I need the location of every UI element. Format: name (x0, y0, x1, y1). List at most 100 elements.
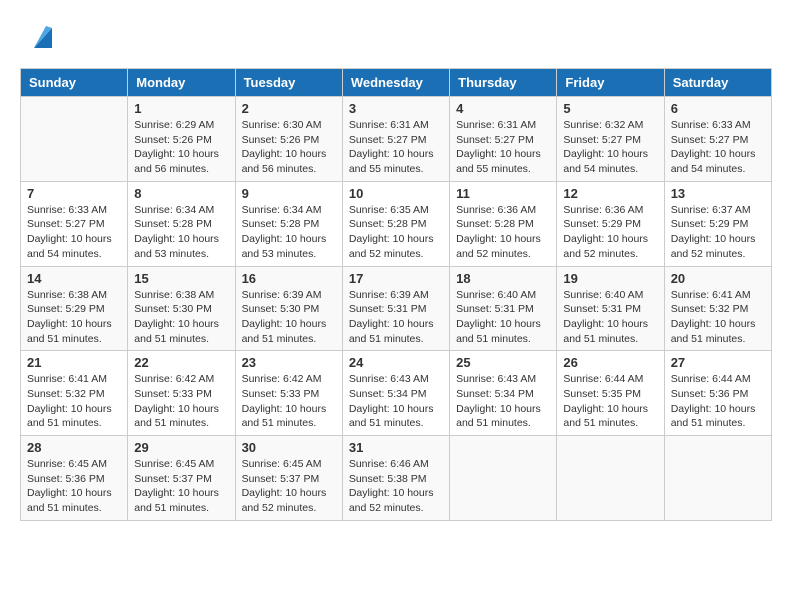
calendar-cell: 18 Sunrise: 6:40 AM Sunset: 5:31 PM Dayli… (450, 266, 557, 351)
day-info: Sunrise: 6:40 AM Sunset: 5:31 PM Dayligh… (456, 288, 550, 347)
day-info: Sunrise: 6:30 AM Sunset: 5:26 PM Dayligh… (242, 118, 336, 177)
calendar-cell: 5 Sunrise: 6:32 AM Sunset: 5:27 PM Daylig… (557, 97, 664, 182)
calendar-cell (664, 436, 771, 521)
day-number: 11 (456, 186, 550, 201)
day-info: Sunrise: 6:45 AM Sunset: 5:37 PM Dayligh… (134, 457, 228, 516)
calendar-cell: 13 Sunrise: 6:37 AM Sunset: 5:29 PM Dayli… (664, 181, 771, 266)
calendar-cell (21, 97, 128, 182)
calendar-week-row: 28 Sunrise: 6:45 AM Sunset: 5:36 PM Dayli… (21, 436, 772, 521)
day-info: Sunrise: 6:38 AM Sunset: 5:30 PM Dayligh… (134, 288, 228, 347)
day-number: 4 (456, 101, 550, 116)
calendar-cell: 29 Sunrise: 6:45 AM Sunset: 5:37 PM Dayli… (128, 436, 235, 521)
day-info: Sunrise: 6:36 AM Sunset: 5:28 PM Dayligh… (456, 203, 550, 262)
calendar-cell: 20 Sunrise: 6:41 AM Sunset: 5:32 PM Dayli… (664, 266, 771, 351)
calendar-week-row: 1Sunrise: 6:29 AM Sunset: 5:26 PM Daylig… (21, 97, 772, 182)
day-info: Sunrise: 6:43 AM Sunset: 5:34 PM Dayligh… (349, 372, 443, 431)
day-info: Sunrise: 6:33 AM Sunset: 5:27 PM Dayligh… (671, 118, 765, 177)
day-info: Sunrise: 6:32 AM Sunset: 5:27 PM Dayligh… (563, 118, 657, 177)
day-number: 29 (134, 440, 228, 455)
day-info: Sunrise: 6:43 AM Sunset: 5:34 PM Dayligh… (456, 372, 550, 431)
day-number: 21 (27, 355, 121, 370)
day-info: Sunrise: 6:31 AM Sunset: 5:27 PM Dayligh… (349, 118, 443, 177)
day-number: 16 (242, 271, 336, 286)
day-number: 1 (134, 101, 228, 116)
day-number: 6 (671, 101, 765, 116)
calendar-week-row: 14Sunrise: 6:38 AM Sunset: 5:29 PM Dayli… (21, 266, 772, 351)
day-info: Sunrise: 6:46 AM Sunset: 5:38 PM Dayligh… (349, 457, 443, 516)
calendar-cell: 3Sunrise: 6:31 AM Sunset: 5:27 PM Daylig… (342, 97, 449, 182)
calendar-cell: 21 Sunrise: 6:41 AM Sunset: 5:32 PM Dayli… (21, 351, 128, 436)
calendar-cell: 31 Sunrise: 6:46 AM Sunset: 5:38 PM Dayli… (342, 436, 449, 521)
day-number: 27 (671, 355, 765, 370)
day-info: Sunrise: 6:40 AM Sunset: 5:31 PM Dayligh… (563, 288, 657, 347)
weekday-header: Sunday (21, 69, 128, 97)
calendar-cell: 2 Sunrise: 6:30 AM Sunset: 5:26 PM Daylig… (235, 97, 342, 182)
day-number: 10 (349, 186, 443, 201)
calendar-cell: 10 Sunrise: 6:35 AM Sunset: 5:28 PM Dayli… (342, 181, 449, 266)
weekday-header: Wednesday (342, 69, 449, 97)
day-info: Sunrise: 6:42 AM Sunset: 5:33 PM Dayligh… (242, 372, 336, 431)
logo (20, 20, 56, 52)
calendar-cell: 16 Sunrise: 6:39 AM Sunset: 5:30 PM Dayli… (235, 266, 342, 351)
logo-icon (24, 20, 56, 52)
calendar-cell: 28 Sunrise: 6:45 AM Sunset: 5:36 PM Dayli… (21, 436, 128, 521)
calendar-cell: 6 Sunrise: 6:33 AM Sunset: 5:27 PM Daylig… (664, 97, 771, 182)
day-info: Sunrise: 6:35 AM Sunset: 5:28 PM Dayligh… (349, 203, 443, 262)
weekday-header: Thursday (450, 69, 557, 97)
day-info: Sunrise: 6:45 AM Sunset: 5:36 PM Dayligh… (27, 457, 121, 516)
calendar-cell: 24 Sunrise: 6:43 AM Sunset: 5:34 PM Dayli… (342, 351, 449, 436)
day-number: 7 (27, 186, 121, 201)
page-header (20, 20, 772, 52)
day-number: 30 (242, 440, 336, 455)
day-info: Sunrise: 6:33 AM Sunset: 5:27 PM Dayligh… (27, 203, 121, 262)
calendar-cell: 7 Sunrise: 6:33 AM Sunset: 5:27 PM Daylig… (21, 181, 128, 266)
calendar-cell: 30 Sunrise: 6:45 AM Sunset: 5:37 PM Dayli… (235, 436, 342, 521)
day-number: 24 (349, 355, 443, 370)
calendar-cell (557, 436, 664, 521)
day-number: 28 (27, 440, 121, 455)
header-row: SundayMondayTuesdayWednesdayThursdayFrid… (21, 69, 772, 97)
day-info: Sunrise: 6:34 AM Sunset: 5:28 PM Dayligh… (242, 203, 336, 262)
calendar-cell: 17 Sunrise: 6:39 AM Sunset: 5:31 PM Dayli… (342, 266, 449, 351)
calendar-cell: 22Sunrise: 6:42 AM Sunset: 5:33 PM Dayli… (128, 351, 235, 436)
calendar-cell: 14Sunrise: 6:38 AM Sunset: 5:29 PM Dayli… (21, 266, 128, 351)
day-info: Sunrise: 6:37 AM Sunset: 5:29 PM Dayligh… (671, 203, 765, 262)
day-number: 20 (671, 271, 765, 286)
day-number: 5 (563, 101, 657, 116)
day-info: Sunrise: 6:31 AM Sunset: 5:27 PM Dayligh… (456, 118, 550, 177)
calendar-cell: 11 Sunrise: 6:36 AM Sunset: 5:28 PM Dayli… (450, 181, 557, 266)
day-info: Sunrise: 6:34 AM Sunset: 5:28 PM Dayligh… (134, 203, 228, 262)
calendar-cell: 1Sunrise: 6:29 AM Sunset: 5:26 PM Daylig… (128, 97, 235, 182)
day-number: 26 (563, 355, 657, 370)
day-info: Sunrise: 6:38 AM Sunset: 5:29 PM Dayligh… (27, 288, 121, 347)
day-number: 2 (242, 101, 336, 116)
calendar-cell: 19 Sunrise: 6:40 AM Sunset: 5:31 PM Dayli… (557, 266, 664, 351)
calendar-cell: 4 Sunrise: 6:31 AM Sunset: 5:27 PM Daylig… (450, 97, 557, 182)
day-number: 17 (349, 271, 443, 286)
weekday-header: Saturday (664, 69, 771, 97)
day-info: Sunrise: 6:39 AM Sunset: 5:30 PM Dayligh… (242, 288, 336, 347)
calendar-cell: 15Sunrise: 6:38 AM Sunset: 5:30 PM Dayli… (128, 266, 235, 351)
day-info: Sunrise: 6:41 AM Sunset: 5:32 PM Dayligh… (27, 372, 121, 431)
day-info: Sunrise: 6:42 AM Sunset: 5:33 PM Dayligh… (134, 372, 228, 431)
calendar-cell: 8 Sunrise: 6:34 AM Sunset: 5:28 PM Daylig… (128, 181, 235, 266)
day-number: 19 (563, 271, 657, 286)
calendar-table: SundayMondayTuesdayWednesdayThursdayFrid… (20, 68, 772, 521)
calendar-cell: 12Sunrise: 6:36 AM Sunset: 5:29 PM Dayli… (557, 181, 664, 266)
day-info: Sunrise: 6:41 AM Sunset: 5:32 PM Dayligh… (671, 288, 765, 347)
day-number: 9 (242, 186, 336, 201)
day-number: 12 (563, 186, 657, 201)
day-number: 18 (456, 271, 550, 286)
day-number: 31 (349, 440, 443, 455)
calendar-cell: 9 Sunrise: 6:34 AM Sunset: 5:28 PM Daylig… (235, 181, 342, 266)
calendar-cell: 27Sunrise: 6:44 AM Sunset: 5:36 PM Dayli… (664, 351, 771, 436)
day-number: 8 (134, 186, 228, 201)
calendar-week-row: 7 Sunrise: 6:33 AM Sunset: 5:27 PM Daylig… (21, 181, 772, 266)
day-info: Sunrise: 6:39 AM Sunset: 5:31 PM Dayligh… (349, 288, 443, 347)
day-info: Sunrise: 6:45 AM Sunset: 5:37 PM Dayligh… (242, 457, 336, 516)
calendar-cell: 25Sunrise: 6:43 AM Sunset: 5:34 PM Dayli… (450, 351, 557, 436)
weekday-header: Friday (557, 69, 664, 97)
calendar-cell: 26Sunrise: 6:44 AM Sunset: 5:35 PM Dayli… (557, 351, 664, 436)
calendar-week-row: 21 Sunrise: 6:41 AM Sunset: 5:32 PM Dayli… (21, 351, 772, 436)
day-number: 13 (671, 186, 765, 201)
